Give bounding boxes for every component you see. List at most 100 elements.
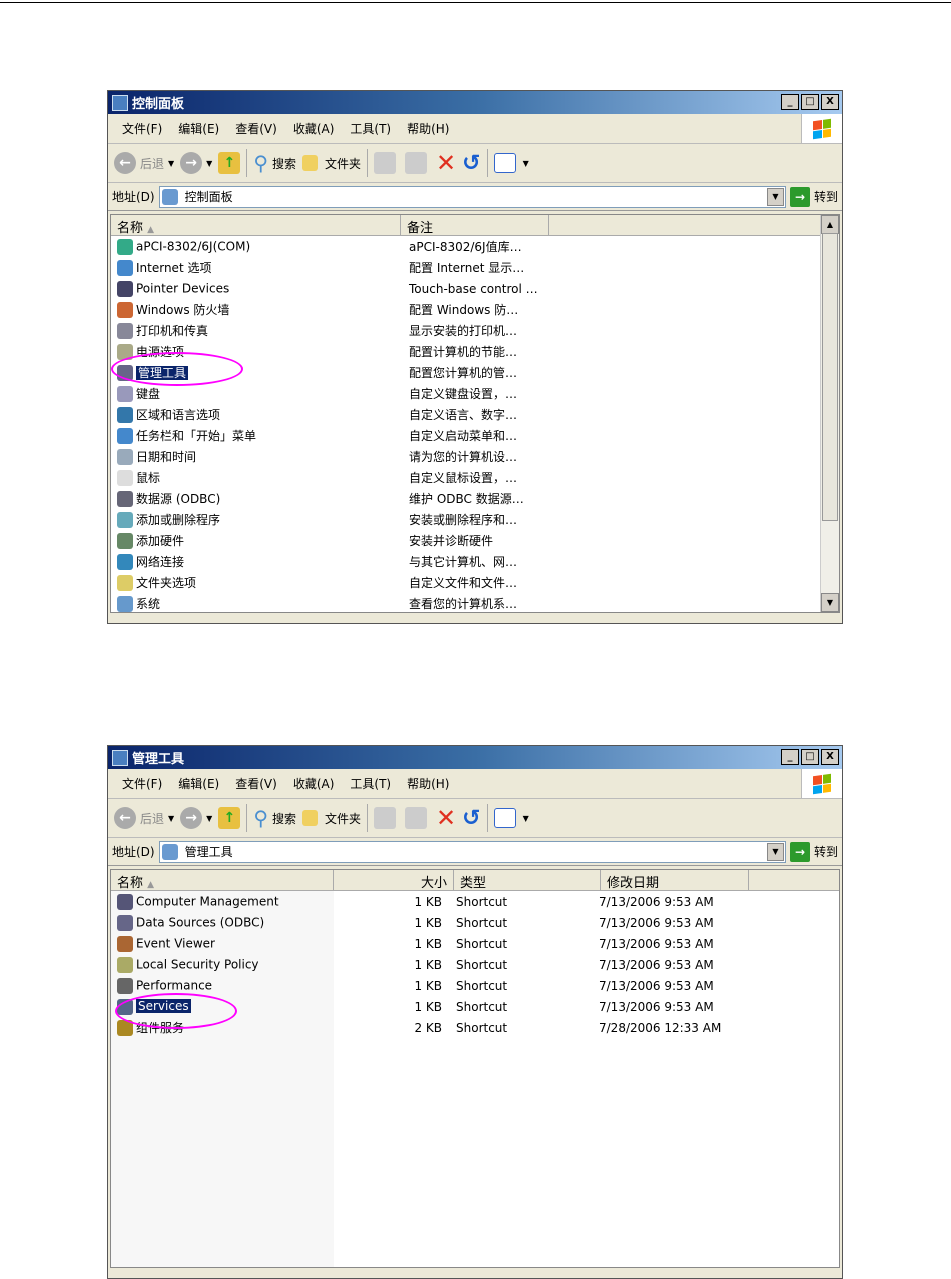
item-name: Data Sources (ODBC) (136, 915, 265, 929)
forward-button[interactable]: → ▼ (180, 152, 212, 174)
maximize-button[interactable]: □ (801, 749, 819, 765)
list-item[interactable]: 数据源 (ODBC) 维护 ODBC 数据源… (111, 488, 839, 509)
views-button[interactable]: ▼ (493, 808, 529, 828)
views-button[interactable]: ▼ (493, 153, 529, 173)
scroll-down-button[interactable]: ▼ (821, 593, 839, 612)
folders-button[interactable]: 文件夹 (302, 155, 361, 172)
minimize-button[interactable]: _ (781, 749, 799, 765)
item-description: Touch-base control … (409, 281, 538, 296)
vertical-scrollbar[interactable]: ▲ ▼ (820, 215, 839, 612)
menu-item[interactable]: 查看(V) (235, 775, 277, 792)
control-panel-item-icon (117, 554, 133, 571)
undo-icon[interactable]: ↺ (462, 806, 480, 831)
list-item[interactable]: 任务栏和「开始」菜单 自定义启动菜单和… (111, 425, 839, 446)
admin-tools-window: 管理工具 _ □ X 文件(F) 编辑(E) 查看(V) 收藏(A) 工具(T) 帮助(H) … (107, 745, 843, 1279)
item-size: 1 KB (414, 999, 442, 1014)
title-bar[interactable]: 控制面板 _ □ X (108, 91, 842, 114)
list-item[interactable]: 区域和语言选项 自定义语言、数字… (111, 404, 839, 425)
item-description: 配置计算机的节能… (409, 345, 518, 359)
list-item[interactable]: Windows 防火墙 配置 Windows 防… (111, 299, 839, 320)
search-button[interactable]: ⚲ 搜索 (253, 806, 296, 830)
item-name: Pointer Devices (136, 281, 230, 295)
list-item[interactable]: Internet 选项 配置 Internet 显示… (111, 257, 839, 278)
menu-item[interactable]: 文件(F) (122, 775, 162, 792)
control-panel-item-icon (117, 238, 133, 255)
list-item[interactable]: Performance 1 KB Shortcut 7/13/2006 9:53 AM (111, 975, 839, 996)
column-header-type[interactable]: 类型 (454, 870, 601, 891)
list-item[interactable]: Pointer Devices Touch-base control … (111, 278, 839, 299)
address-input[interactable]: 管理工具 ▼ (158, 840, 786, 863)
column-header-name[interactable]: 名称 ▲ (111, 870, 334, 891)
shortcut-icon (117, 977, 133, 994)
menu-item[interactable]: 查看(V) (235, 120, 277, 137)
go-button[interactable]: → 转到 (789, 841, 838, 862)
move-to-icon[interactable] (374, 152, 397, 174)
back-button[interactable]: ← 后退 ▼ (114, 807, 174, 829)
address-dropdown-button[interactable]: ▼ (766, 187, 784, 206)
up-folder-icon[interactable]: ↑ (218, 152, 241, 174)
delete-icon[interactable]: ✕ (436, 804, 456, 832)
maximize-button[interactable]: □ (801, 94, 819, 110)
item-size: 1 KB (414, 915, 442, 930)
list-item[interactable]: aPCI-8302/6J(COM) aPCI-8302/6J值库… (111, 236, 839, 257)
toolbar: ← 后退 ▼ → ▼ ↑ ⚲ 搜索 文件夹 ✕ ↺ ▼ (108, 144, 842, 183)
item-description: 自定义键盘设置，… (409, 387, 518, 401)
list-item[interactable]: 网络连接 与其它计算机、网… (111, 551, 839, 572)
address-input[interactable]: 控制面板 ▼ (158, 185, 786, 208)
folders-icon (302, 810, 318, 826)
control-panel-item-icon (117, 596, 133, 612)
list-item[interactable]: 日期和时间 请为您的计算机设… (111, 446, 839, 467)
copy-to-icon[interactable] (405, 152, 428, 174)
close-button[interactable]: X (821, 749, 839, 765)
menu-item[interactable]: 工具(T) (350, 120, 391, 137)
list-item[interactable]: 打印机和传真 显示安装的打印机… (111, 320, 839, 341)
search-icon: ⚲ (253, 151, 268, 175)
menu-item[interactable]: 收藏(A) (293, 775, 335, 792)
menu-item[interactable]: 帮助(H) (407, 120, 449, 137)
list-item[interactable]: 添加硬件 安装并诊断硬件 (111, 530, 839, 551)
menu-item[interactable]: 文件(F) (122, 120, 162, 137)
column-header-name[interactable]: 名称 ▲ (111, 215, 401, 236)
forward-button[interactable]: → ▼ (180, 807, 212, 829)
scroll-thumb[interactable] (822, 233, 838, 521)
column-header-notes[interactable]: 备注 (401, 215, 549, 236)
minimize-button[interactable]: _ (781, 94, 799, 110)
undo-icon[interactable]: ↺ (462, 151, 480, 176)
column-header-size[interactable]: 大小 (334, 870, 454, 891)
menu-item[interactable]: 编辑(E) (178, 120, 219, 137)
close-button[interactable]: X (821, 94, 839, 110)
move-to-icon[interactable] (374, 807, 397, 829)
list-item[interactable]: 键盘 自定义键盘设置，… (111, 383, 839, 404)
list-item[interactable]: Computer Management 1 KB Shortcut 7/13/2006… (111, 891, 839, 912)
menu-item[interactable]: 编辑(E) (178, 775, 219, 792)
list-item[interactable]: 鼠标 自定义鼠标设置，… (111, 467, 839, 488)
window-title: 管理工具 (132, 752, 185, 767)
control-panel-item-icon (117, 302, 133, 319)
item-name: Windows 防火墙 (136, 302, 230, 317)
list-item[interactable]: 文件夹选项 自定义文件和文件… (111, 572, 839, 593)
address-label: 地址(D) (112, 845, 155, 859)
back-button[interactable]: ← 后退 ▼ (114, 152, 174, 174)
copy-to-icon[interactable] (405, 807, 428, 829)
delete-icon[interactable]: ✕ (436, 149, 456, 177)
column-header-modified[interactable]: 修改日期 (601, 870, 749, 891)
scroll-up-button[interactable]: ▲ (821, 215, 839, 234)
go-button[interactable]: → 转到 (789, 186, 838, 207)
item-description: 请为您的计算机设… (409, 450, 518, 464)
list-item[interactable]: Event Viewer 1 KB Shortcut 7/13/2006 9:53 A… (111, 933, 839, 954)
list-item[interactable]: Local Security Policy 1 KB Shortcut 7/13/20… (111, 954, 839, 975)
control-panel-item-icon (117, 386, 133, 403)
list-item[interactable]: 系统 查看您的计算机系… (111, 593, 839, 612)
shortcut-icon (117, 893, 133, 910)
title-bar[interactable]: 管理工具 _ □ X (108, 746, 842, 769)
menu-item[interactable]: 帮助(H) (407, 775, 449, 792)
address-dropdown-button[interactable]: ▼ (766, 842, 784, 861)
address-bar: 地址(D) 管理工具 ▼ → 转到 (108, 838, 842, 866)
list-item[interactable]: Data Sources (ODBC) 1 KB Shortcut 7/13/2006… (111, 912, 839, 933)
menu-item[interactable]: 工具(T) (350, 775, 391, 792)
up-folder-icon[interactable]: ↑ (218, 807, 241, 829)
menu-item[interactable]: 收藏(A) (293, 120, 335, 137)
list-item[interactable]: 添加或删除程序 安装或删除程序和… (111, 509, 839, 530)
folders-button[interactable]: 文件夹 (302, 810, 361, 827)
search-button[interactable]: ⚲ 搜索 (253, 151, 296, 175)
